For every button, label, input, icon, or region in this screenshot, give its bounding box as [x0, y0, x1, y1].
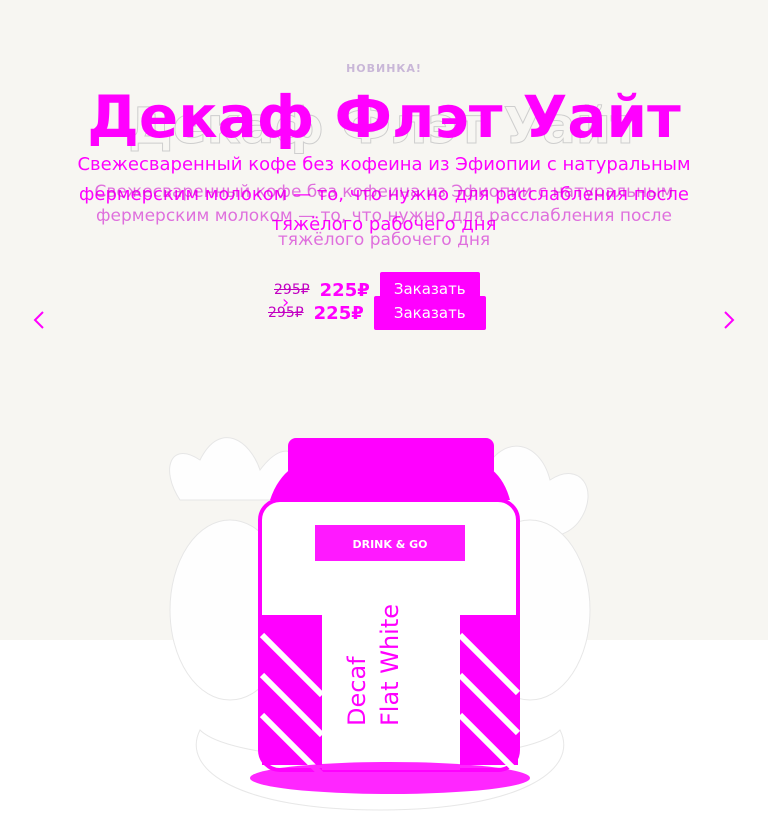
new-price-ghost: 225₽: [313, 302, 364, 324]
product-image: DRINK & GO Decaf Flat White: [140, 350, 620, 828]
price-row-ghost: 295₽ 225₽ Заказать: [268, 296, 486, 330]
can: DRINK & GO Decaf Flat White: [250, 438, 530, 794]
can-illustration: DRINK & GO Decaf Flat White: [169, 437, 591, 811]
product-title: Декаф Флэт Уайт: [87, 83, 681, 151]
can-name-line2: Flat White: [376, 604, 404, 726]
new-badge: НОВИНКА!: [346, 62, 422, 75]
order-button-ghost[interactable]: Заказать: [373, 296, 486, 330]
chevron-right-icon[interactable]: [716, 306, 740, 334]
can-brand: DRINK & GO: [352, 538, 427, 551]
can-name-line1: Decaf: [343, 656, 371, 726]
product-description-ghost: Свежесваренный кофе без кофеина из Эфиоп…: [94, 182, 674, 250]
chevron-left-icon[interactable]: [28, 306, 52, 334]
chevron-right-small-icon: ›: [282, 292, 290, 313]
